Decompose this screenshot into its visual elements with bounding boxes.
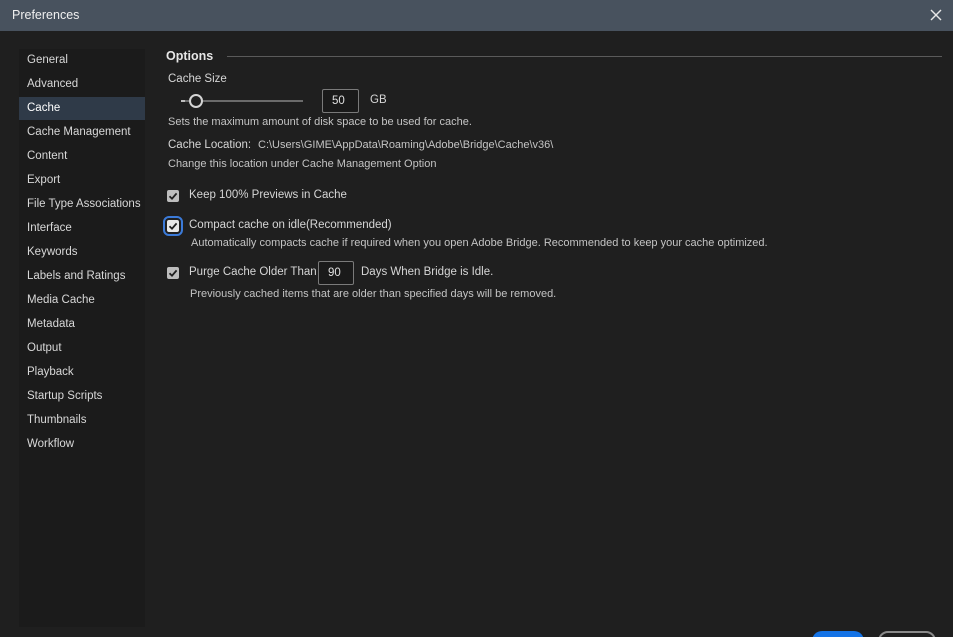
- purge-cache-description: Previously cached items that are older t…: [190, 288, 557, 300]
- sidebar-item-output[interactable]: Output: [19, 337, 145, 360]
- cache-size-description: Sets the maximum amount of disk space to…: [168, 116, 472, 128]
- cache-size-input[interactable]: [322, 89, 359, 113]
- checkmark-icon: [168, 269, 178, 278]
- keep-previews-checkbox[interactable]: [167, 190, 179, 202]
- keep-previews-label: Keep 100% Previews in Cache: [189, 189, 347, 201]
- ok-button[interactable]: [812, 631, 864, 637]
- window-title: Preferences: [12, 8, 80, 22]
- preferences-sidebar: General Advanced Cache Cache Management …: [19, 49, 145, 627]
- cancel-button[interactable]: [878, 631, 936, 637]
- purge-cache-checkbox[interactable]: [167, 267, 179, 279]
- cache-size-unit: GB: [370, 94, 387, 106]
- compact-cache-checkbox[interactable]: [163, 216, 183, 236]
- compact-cache-description: Automatically compacts cache if required…: [191, 237, 768, 249]
- close-button[interactable]: [925, 4, 947, 26]
- cache-location-label: Cache Location:: [168, 139, 252, 151]
- preferences-window: Preferences General Advanced Cache Cache…: [0, 0, 953, 637]
- options-panel: Options Cache Size GB Sets the maximum a…: [145, 31, 953, 637]
- sidebar-item-playback[interactable]: Playback: [19, 361, 145, 384]
- sidebar-item-file-type-associations[interactable]: File Type Associations: [19, 193, 145, 216]
- title-bar: Preferences: [0, 0, 953, 31]
- sidebar-item-media-cache[interactable]: Media Cache: [19, 289, 145, 312]
- sidebar-item-advanced[interactable]: Advanced: [19, 73, 145, 96]
- cache-size-label: Cache Size: [168, 73, 227, 85]
- sidebar-item-general[interactable]: General: [19, 49, 145, 72]
- sidebar-item-thumbnails[interactable]: Thumbnails: [19, 409, 145, 432]
- cache-location-note: Change this location under Cache Managem…: [168, 158, 437, 170]
- sidebar-item-keywords[interactable]: Keywords: [19, 241, 145, 264]
- sidebar-item-metadata[interactable]: Metadata: [19, 313, 145, 336]
- sidebar-item-export[interactable]: Export: [19, 169, 145, 192]
- sidebar-item-startup-scripts[interactable]: Startup Scripts: [19, 385, 145, 408]
- compact-cache-label: Compact cache on idle(Recommended): [189, 219, 392, 231]
- sidebar-item-cache[interactable]: Cache: [19, 97, 145, 120]
- section-divider: [227, 56, 942, 57]
- sidebar-item-labels-and-ratings[interactable]: Labels and Ratings: [19, 265, 145, 288]
- sidebar-item-interface[interactable]: Interface: [19, 217, 145, 240]
- close-icon: [930, 9, 942, 21]
- purge-days-input[interactable]: [318, 261, 354, 285]
- cache-size-slider-min-mark: [181, 100, 185, 102]
- purge-days-suffix: Days When Bridge is Idle.: [361, 266, 494, 278]
- cache-location-path: C:\Users\GIME\AppData\Roaming\Adobe\Brid…: [258, 139, 554, 151]
- sidebar-item-content[interactable]: Content: [19, 145, 145, 168]
- sidebar-item-workflow[interactable]: Workflow: [19, 433, 145, 456]
- cache-size-slider-handle[interactable]: [189, 94, 203, 108]
- checkmark-icon: [168, 192, 178, 201]
- sidebar-item-cache-management[interactable]: Cache Management: [19, 121, 145, 144]
- options-section-header: Options: [166, 49, 214, 63]
- purge-cache-label: Purge Cache Older Than: [189, 266, 317, 278]
- checkmark-icon: [168, 222, 178, 231]
